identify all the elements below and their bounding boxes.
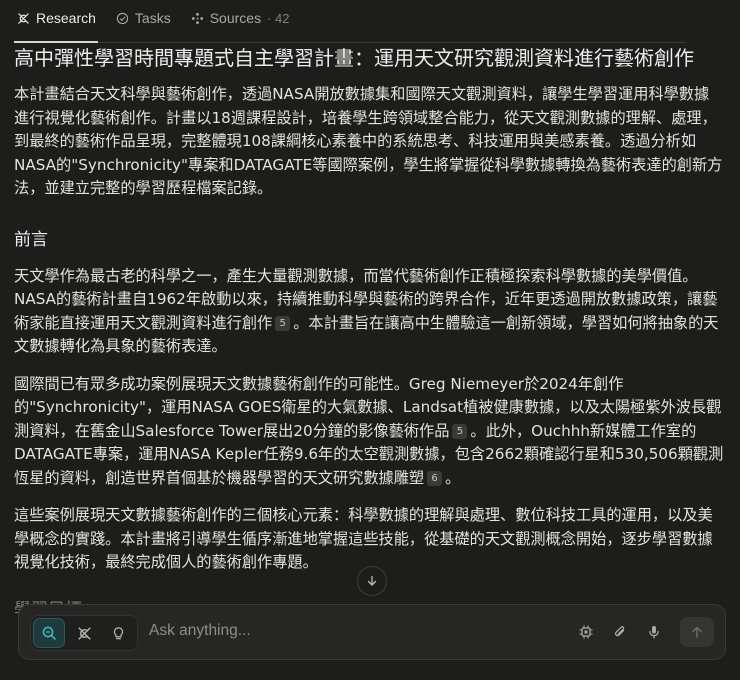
sources-icon (191, 12, 204, 25)
labs-mode-button[interactable] (102, 618, 134, 648)
ask-composer: Ask anything... (18, 604, 726, 660)
intro-paragraph: 本計畫結合天文科學與藝術創作，透過NASA開放數據集和國際天文觀測資料，讓學生學… (14, 85, 723, 197)
tab-sources-label: Sources (209, 10, 262, 26)
paperclip-icon (612, 624, 628, 640)
check-circle-icon (116, 12, 129, 25)
research-mode-button[interactable] (68, 618, 100, 648)
citation-badge[interactable]: 6 (427, 470, 443, 486)
arrow-down-icon (366, 575, 378, 587)
research-icon (77, 626, 92, 641)
model-chip-button[interactable] (576, 622, 596, 642)
tab-research[interactable]: Research (17, 0, 96, 36)
citation-badge[interactable]: 5 (452, 423, 468, 439)
microphone-icon (646, 624, 662, 640)
lightbulb-icon (111, 626, 126, 641)
mode-selector (30, 615, 138, 651)
attach-button[interactable] (610, 622, 630, 642)
section-heading-preface: 前言 (14, 229, 48, 250)
arrow-up-icon (690, 625, 704, 639)
preface-p2-text-c: 。 (445, 468, 461, 487)
voice-input-button[interactable] (644, 622, 664, 642)
page-title: 高中彈性學習時間專題式自主學習計畫：運用天文研究觀測資料進行藝術創作 (14, 46, 694, 70)
scroll-to-bottom-button[interactable] (357, 566, 387, 596)
sources-count: · 42 (267, 10, 290, 26)
tab-tasks-label: Tasks (134, 10, 171, 26)
send-button[interactable] (680, 617, 714, 647)
preface-paragraph-2: 國際間已有眾多成功案例展現天文數據藝術創作的可能性。Greg Niemeyer於… (14, 373, 724, 491)
tab-sources[interactable]: Sources · 42 (191, 0, 290, 36)
preface-paragraph-1: 天文學作為最古老的科學之一，產生大量觀測數據，而當代藝術創作正積極探索科學數據的… (14, 265, 724, 359)
tab-research-label: Research (36, 10, 96, 26)
search-icon (41, 625, 57, 641)
top-tab-bar: Research Tasks Sources · 42 (0, 0, 740, 36)
preface-paragraph-3: 這些案例展現天文數據藝術創作的三個核心元素：科學數據的理解與處理、數位科技工具的… (14, 506, 713, 571)
tab-tasks[interactable]: Tasks (116, 0, 171, 36)
search-mode-button[interactable] (33, 618, 65, 648)
ask-input[interactable]: Ask anything... (149, 622, 251, 640)
research-icon (17, 12, 30, 25)
citation-badge[interactable]: 5 (275, 315, 291, 331)
research-content: 高中彈性學習時間專題式自主學習計畫：運用天文研究觀測資料進行藝術創作 本計畫結合… (14, 42, 724, 623)
chip-icon (578, 624, 594, 640)
